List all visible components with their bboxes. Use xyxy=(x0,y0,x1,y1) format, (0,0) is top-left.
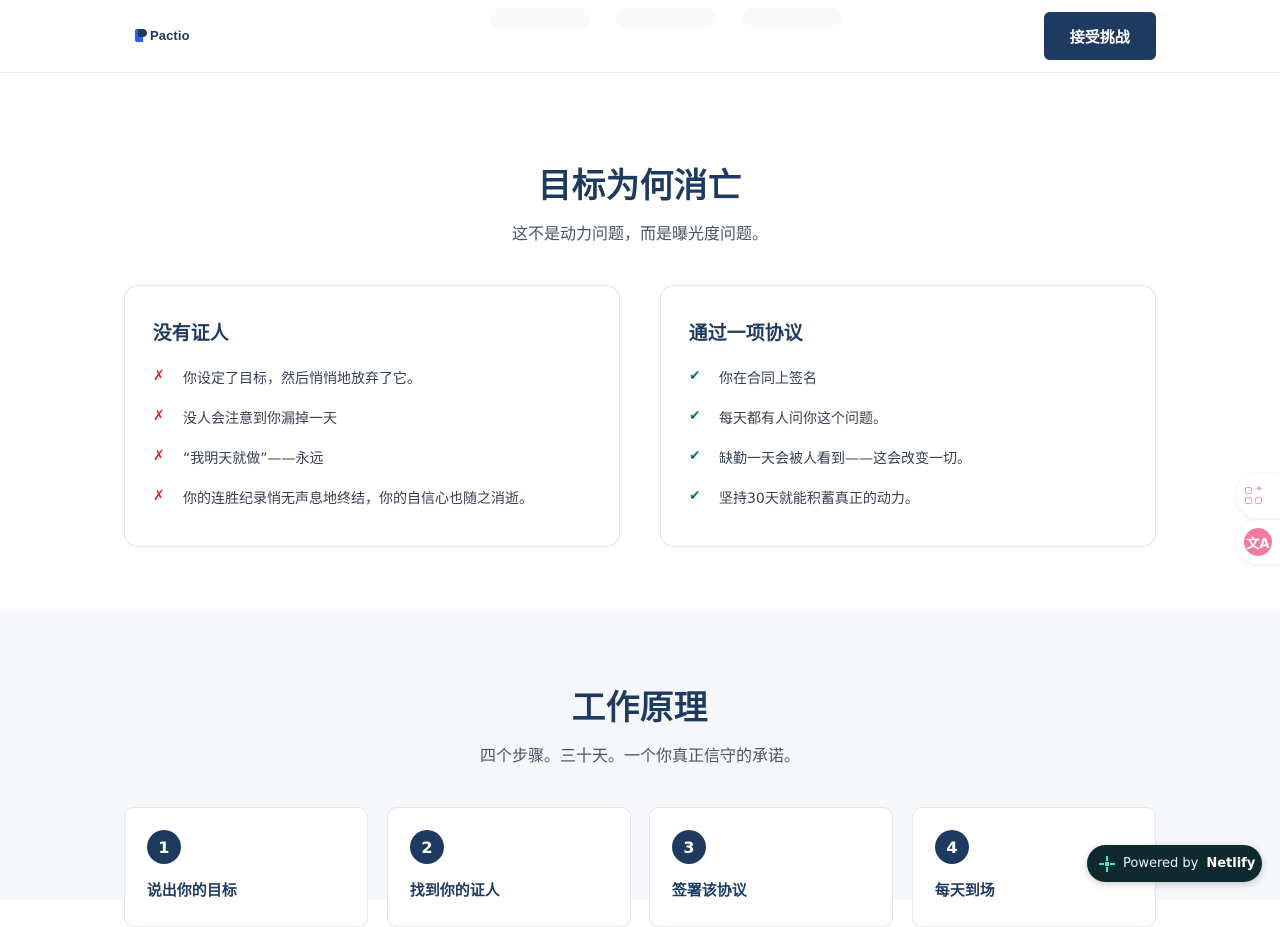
card-title: 没有证人 xyxy=(153,322,230,344)
step-title: 找到你的证人 xyxy=(410,881,501,899)
list-item: ✗ 你设定了目标，然后悄悄地放弃了它。 xyxy=(153,368,533,408)
logo-mark-icon xyxy=(135,29,147,42)
step-number-badge: 1 xyxy=(147,830,181,864)
why-section-subtitle: 这不是动力问题，而是曝光度问题。 xyxy=(511,224,768,243)
apps-sparkle-icon: ✦ xyxy=(1244,484,1264,506)
logo-text: Pactio xyxy=(150,28,190,43)
cross-icon: ✗ xyxy=(153,448,165,464)
step-card: 1 说出你的目标 xyxy=(124,807,368,927)
check-icon: ✔ xyxy=(689,448,701,464)
netlify-prefix: Powered by xyxy=(1123,856,1199,871)
list-item-text: 坚持30天就能积蓄真正的动力。 xyxy=(719,491,919,507)
step-title: 每天到场 xyxy=(935,881,996,899)
step-card: 2 找到你的证人 xyxy=(387,807,631,927)
check-icon: ✔ xyxy=(689,488,701,504)
list-item-text: 每天都有人问你这个问题。 xyxy=(719,411,887,427)
list-item: ✔ 坚持30天就能积蓄真正的动力。 xyxy=(689,488,971,528)
list-item: ✔ 你在合同上签名 xyxy=(689,368,971,408)
netlify-brand: Netlify xyxy=(1206,856,1256,871)
netlify-badge[interactable]: Powered by Netlify xyxy=(1087,845,1262,882)
cross-icon: ✗ xyxy=(153,408,165,424)
list-item-text: 你设定了目标，然后悄悄地放弃了它。 xyxy=(183,371,421,387)
apps-widget-button[interactable]: ✦ xyxy=(1236,474,1280,518)
step-number-badge: 3 xyxy=(672,830,706,864)
without-list: ✗ 你设定了目标，然后悄悄地放弃了它。 ✗ 没人会注意到你漏掉一天 ✗ “我明天就做”… xyxy=(153,368,533,528)
list-item-text: 没人会注意到你漏掉一天 xyxy=(183,411,337,427)
list-item-text: 你的连胜纪录悄无声息地终结，你的自信心也随之消逝。 xyxy=(183,491,533,507)
logo[interactable]: Pactio xyxy=(135,28,190,43)
list-item-text: 你在合同上签名 xyxy=(719,371,817,387)
site-header: Pactio 接受挑战 xyxy=(0,0,1280,73)
accept-challenge-button[interactable]: 接受挑战 xyxy=(1044,12,1156,60)
step-title: 签署该协议 xyxy=(672,881,748,899)
list-item-text: 缺勤一天会被人看到——这会改变一切。 xyxy=(719,451,971,467)
why-section-title: 目标为何消亡 xyxy=(538,166,742,206)
netlify-icon xyxy=(1099,855,1115,872)
how-section-title: 工作原理 xyxy=(572,688,708,728)
faded-nav-item xyxy=(742,8,842,28)
list-item: ✔ 缺勤一天会被人看到——这会改变一切。 xyxy=(689,448,971,488)
faded-nav-item xyxy=(616,8,716,28)
without-witness-card: 没有证人 ✗ 你设定了目标，然后悄悄地放弃了它。 ✗ 没人会注意到你漏掉一天 ✗ “我… xyxy=(124,285,620,547)
list-item: ✗ 你的连胜纪录悄无声息地终结，你的自信心也随之消逝。 xyxy=(153,488,533,528)
translate-widget-button[interactable]: 文A xyxy=(1236,520,1280,564)
list-item: ✔ 每天都有人问你这个问题。 xyxy=(689,408,971,448)
step-card: 3 签署该协议 xyxy=(649,807,893,927)
cross-icon: ✗ xyxy=(153,488,165,504)
step-number-badge: 2 xyxy=(410,830,444,864)
list-item: ✗ 没人会注意到你漏掉一天 xyxy=(153,408,533,448)
faded-nav xyxy=(490,8,842,28)
check-icon: ✔ xyxy=(689,408,701,424)
list-item-text: “我明天就做”——永远 xyxy=(183,451,324,467)
list-item: ✗ “我明天就做”——永远 xyxy=(153,448,533,488)
with-list: ✔ 你在合同上签名 ✔ 每天都有人问你这个问题。 ✔ 缺勤一天会被人看到——这会改变一… xyxy=(689,368,971,528)
with-pact-card: 通过一项协议 ✔ 你在合同上签名 ✔ 每天都有人问你这个问题。 ✔ 缺勤一天会被人看到… xyxy=(660,285,1156,547)
step-number-badge: 4 xyxy=(935,830,969,864)
translate-icon: 文A xyxy=(1244,528,1272,556)
card-title: 通过一项协议 xyxy=(689,322,804,344)
check-icon: ✔ xyxy=(689,368,701,384)
step-title: 说出你的目标 xyxy=(147,881,238,899)
cross-icon: ✗ xyxy=(153,368,165,384)
faded-nav-item xyxy=(490,8,590,28)
how-section-subtitle: 四个步骤。三十天。一个你真正信守的承诺。 xyxy=(479,746,800,765)
